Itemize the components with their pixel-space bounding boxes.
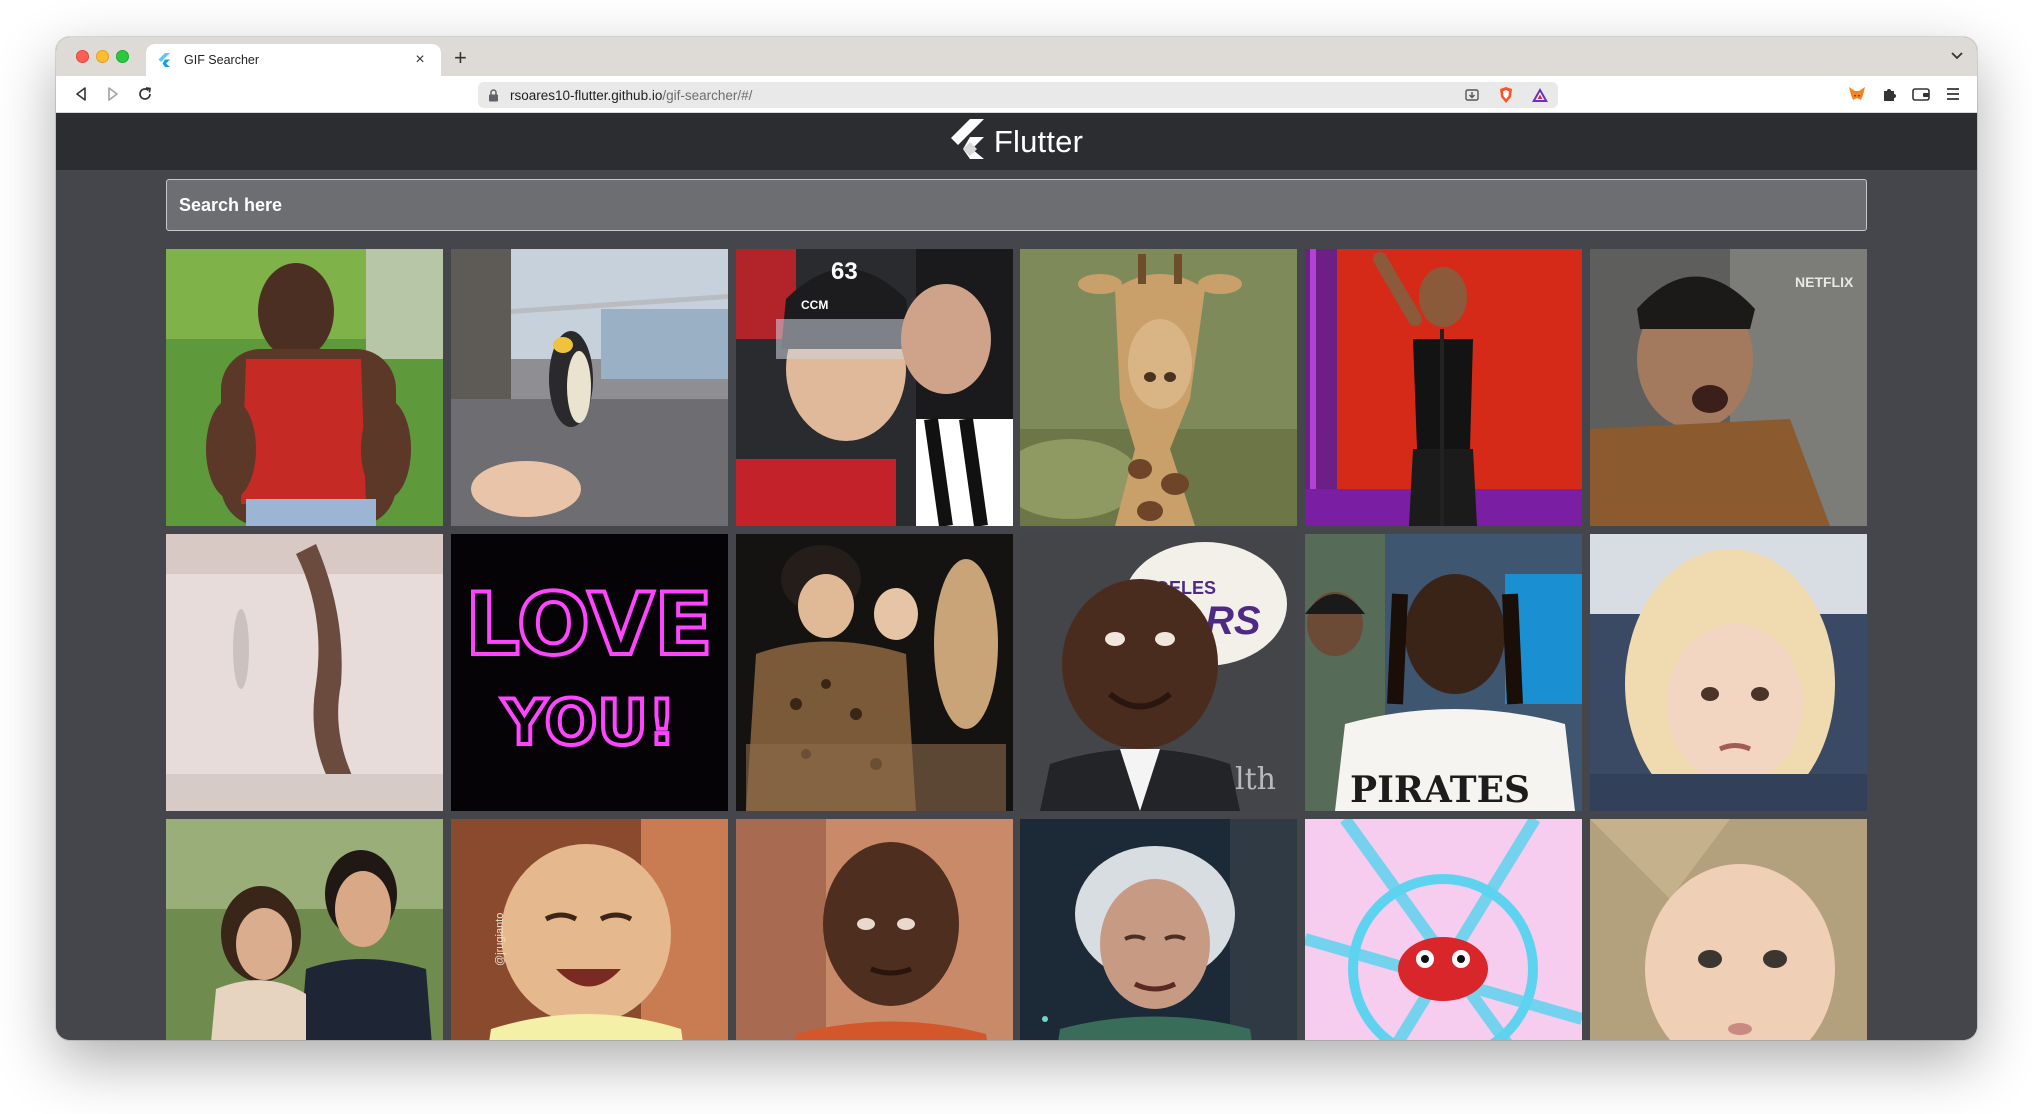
- gif-woman-red-stage[interactable]: [1305, 249, 1583, 526]
- helmet-brand: CCM: [801, 298, 828, 312]
- gif-old-woman-cackling[interactable]: [1020, 819, 1298, 1040]
- credit-text: @jrugianto: [494, 913, 506, 966]
- tab-strip: GIF Searcher × +: [56, 37, 1977, 76]
- gif-women-leopard-print[interactable]: [735, 534, 1013, 811]
- neon-text-you: YOU!: [501, 686, 676, 759]
- flutter-logo: Flutter: [950, 119, 1083, 164]
- gif-love-you-neon[interactable]: LOVE YOU!: [450, 534, 728, 811]
- gif-man-lakers-smiling[interactable]: GELES RS lth: [1020, 534, 1298, 811]
- search-field[interactable]: [166, 179, 1867, 231]
- gif-surprised-baby[interactable]: [1589, 819, 1867, 1040]
- brand-name: Flutter: [993, 123, 1084, 159]
- brave-shields-icon[interactable]: [1496, 85, 1516, 105]
- metamask-icon[interactable]: [1847, 84, 1867, 104]
- close-tab-icon[interactable]: ×: [411, 51, 429, 69]
- flutter-icon: [158, 52, 174, 68]
- menu-icon[interactable]: [1943, 84, 1963, 104]
- gif-man-screaming-car[interactable]: NETFLIX: [1589, 249, 1867, 526]
- back-icon[interactable]: [70, 83, 92, 105]
- jersey-text: PIRATES: [1350, 769, 1530, 811]
- maximize-window-button[interactable]: [116, 50, 129, 63]
- url-path: /gif-searcher/#/: [662, 87, 753, 103]
- new-tab-button[interactable]: +: [454, 44, 467, 72]
- gif-hockey-player-referee[interactable]: 63 CCM: [735, 249, 1013, 526]
- lock-icon[interactable]: [488, 88, 502, 102]
- flutter-logo-icon: [950, 119, 984, 164]
- gif-laughing-child[interactable]: @jrugianto: [450, 819, 728, 1040]
- wallet-icon[interactable]: [1911, 84, 1931, 104]
- gif-grid: 63 CCM NETFLIX LOVE YOU! GELES RS lth PI…: [166, 249, 1867, 1040]
- gif-giraffe-closeup[interactable]: [1020, 249, 1298, 526]
- address-bar[interactable]: rsoares10-flutter.github.io/gif-searcher…: [478, 82, 1558, 108]
- gif-side-eye-toddler[interactable]: [1589, 534, 1867, 811]
- minimize-window-button[interactable]: [96, 50, 109, 63]
- neon-text-love: LOVE: [465, 575, 713, 675]
- search-input[interactable]: [167, 180, 1866, 230]
- gif-pirates-player[interactable]: PIRATES: [1305, 534, 1583, 811]
- gif-penguin-on-balcony[interactable]: [450, 249, 728, 526]
- browser-window: GIF Searcher × + rsoares10-flutter.githu…: [56, 37, 1977, 1040]
- tab-title: GIF Searcher: [184, 53, 260, 67]
- close-window-button[interactable]: [76, 50, 89, 63]
- brave-rewards-icon[interactable]: [1530, 85, 1550, 105]
- jersey-number: 63: [831, 258, 858, 285]
- gif-cartoon-frog-target[interactable]: [1305, 819, 1583, 1040]
- forward-icon[interactable]: [102, 83, 124, 105]
- tab-search-chevron-icon[interactable]: [1951, 47, 1963, 63]
- gif-rat-bathtub[interactable]: [166, 534, 443, 811]
- tab-gif-searcher[interactable]: GIF Searcher ×: [146, 44, 441, 76]
- puzzle-icon[interactable]: [1879, 84, 1899, 104]
- app-bar: Flutter: [56, 113, 1977, 170]
- app-page: Flutter Search here 63 CCM NETFLIX LOVE …: [56, 113, 1977, 1040]
- reload-icon[interactable]: [134, 83, 156, 105]
- netflix-watermark: NETFLIX: [1795, 274, 1854, 290]
- install-icon[interactable]: [1462, 85, 1482, 105]
- gif-man-orange-shirt[interactable]: [735, 819, 1013, 1040]
- browser-toolbar: rsoares10-flutter.github.io/gif-searcher…: [56, 76, 1977, 113]
- url-host: rsoares10-flutter.github.io: [510, 87, 663, 103]
- backdrop-text: lth: [1235, 762, 1276, 797]
- gif-couple-smiling[interactable]: [166, 819, 443, 1040]
- gif-woman-red-tank-top[interactable]: [166, 249, 443, 526]
